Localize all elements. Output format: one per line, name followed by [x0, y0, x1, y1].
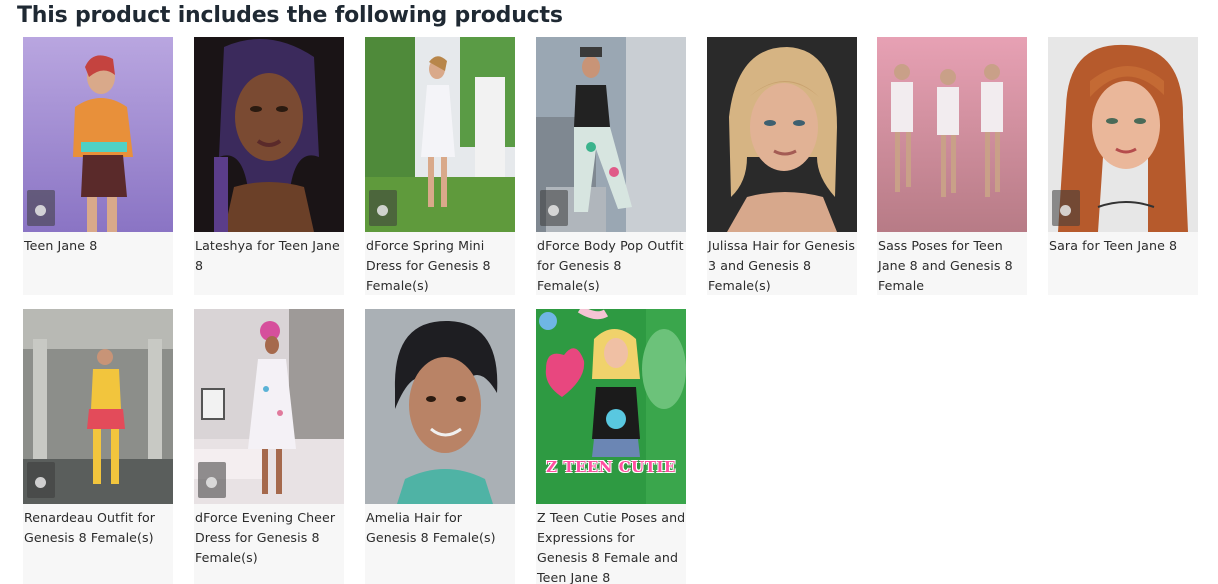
- product-card-sass-poses[interactable]: Sass Poses for Teen Jane 8 and Genesis 8…: [877, 37, 1027, 295]
- product-thumbnail[interactable]: [1048, 37, 1198, 232]
- product-thumbnail[interactable]: [23, 37, 173, 232]
- product-title-link[interactable]: dForce Body Pop Outfit for Genesis 8 Fem…: [536, 232, 686, 296]
- product-thumbnail[interactable]: [23, 309, 173, 504]
- product-card-julissa-hair[interactable]: Julissa Hair for Genesis 3 and Genesis 8…: [707, 37, 857, 295]
- product-card-body-pop-outfit[interactable]: dForce Body Pop Outfit for Genesis 8 Fem…: [536, 37, 686, 295]
- product-thumbnail[interactable]: [365, 309, 515, 504]
- product-thumbnail[interactable]: [536, 37, 686, 232]
- product-thumbnail[interactable]: [365, 37, 515, 232]
- product-title-link[interactable]: dForce Spring Mini Dress for Genesis 8 F…: [365, 232, 515, 296]
- product-thumbnail[interactable]: [194, 309, 344, 504]
- product-title-link[interactable]: dForce Evening Cheer Dress for Genesis 8…: [194, 504, 344, 568]
- product-thumbnail[interactable]: Z TEEN CUTIE: [536, 309, 686, 504]
- product-card-teen-jane-8[interactable]: Teen Jane 8: [23, 37, 173, 295]
- vendor-badge-icon: [369, 190, 397, 226]
- product-card-renardeau-outfit[interactable]: Renardeau Outfit for Genesis 8 Female(s): [23, 309, 173, 584]
- product-title-link[interactable]: Lateshya for Teen Jane 8: [194, 232, 344, 276]
- product-title-link[interactable]: Julissa Hair for Genesis 3 and Genesis 8…: [707, 232, 857, 296]
- product-card-z-teen-cutie[interactable]: Z TEEN CUTIE Z Teen Cutie Poses and Expr…: [536, 309, 686, 584]
- product-title-link[interactable]: Amelia Hair for Genesis 8 Female(s): [365, 504, 515, 548]
- vendor-badge-icon: [27, 462, 55, 498]
- product-title-link[interactable]: Teen Jane 8: [23, 232, 173, 256]
- product-title-link[interactable]: Sara for Teen Jane 8: [1048, 232, 1198, 256]
- product-title-link[interactable]: Z Teen Cutie Poses and Expressions for G…: [536, 504, 686, 584]
- product-card-lateshya[interactable]: Lateshya for Teen Jane 8: [194, 37, 344, 295]
- product-card-sara[interactable]: Sara for Teen Jane 8: [1048, 37, 1198, 295]
- product-card-spring-mini-dress[interactable]: dForce Spring Mini Dress for Genesis 8 F…: [365, 37, 515, 295]
- z-teen-cutie-logo: Z TEEN CUTIE: [546, 458, 676, 476]
- product-thumbnail[interactable]: [194, 37, 344, 232]
- vendor-badge-icon: [1052, 190, 1080, 226]
- product-thumbnail[interactable]: [877, 37, 1027, 232]
- product-thumbnail[interactable]: [707, 37, 857, 232]
- section-heading: This product includes the following prod…: [17, 3, 563, 28]
- vendor-badge-icon: [27, 190, 55, 226]
- product-card-evening-cheer-dress[interactable]: dForce Evening Cheer Dress for Genesis 8…: [194, 309, 344, 584]
- product-card-amelia-hair[interactable]: Amelia Hair for Genesis 8 Female(s): [365, 309, 515, 584]
- vendor-badge-icon: [540, 190, 568, 226]
- product-title-link[interactable]: Renardeau Outfit for Genesis 8 Female(s): [23, 504, 173, 548]
- included-products-section: This product includes the following prod…: [0, 0, 1218, 584]
- vendor-badge-icon: [198, 462, 226, 498]
- product-title-link[interactable]: Sass Poses for Teen Jane 8 and Genesis 8…: [877, 232, 1027, 296]
